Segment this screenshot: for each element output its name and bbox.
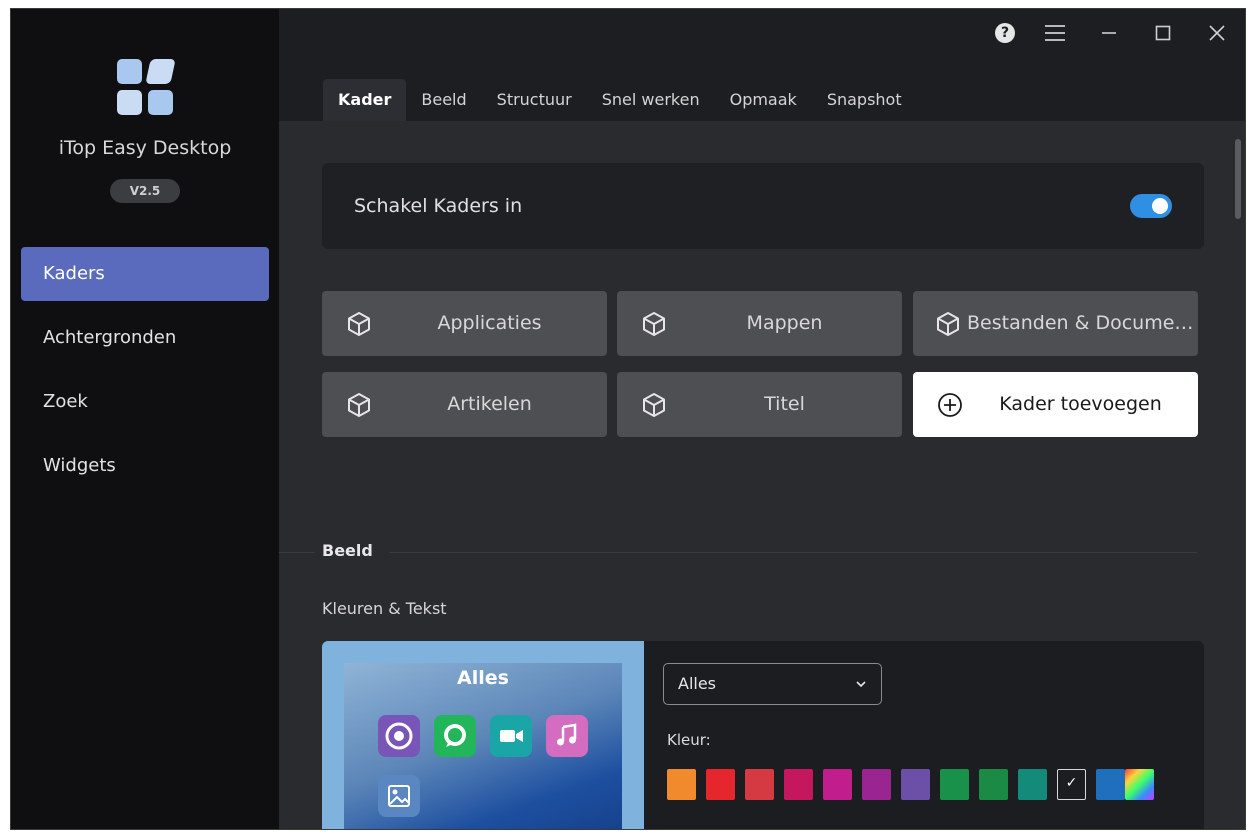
sidebar-item-zoek[interactable]: Zoek bbox=[21, 375, 269, 429]
frame-button-titel[interactable]: Titel bbox=[617, 372, 902, 437]
frame-select-dropdown[interactable]: Alles bbox=[663, 663, 882, 705]
enable-frames-card: Schakel Kaders in bbox=[322, 163, 1204, 249]
enable-frames-label: Schakel Kaders in bbox=[354, 195, 523, 217]
titlebar: ? Kader Beeld Structuur Snel werken Opma… bbox=[279, 9, 1245, 121]
chevron-down-icon bbox=[856, 681, 866, 688]
tab-opmaak[interactable]: Opmaak bbox=[715, 79, 812, 121]
tab-beeld[interactable]: Beeld bbox=[406, 79, 481, 121]
frame-button-applicaties[interactable]: Applicaties bbox=[322, 291, 607, 356]
sidebar-nav: Kaders Achtergronden Zoek Widgets bbox=[21, 247, 269, 503]
add-frame-label: Kader toevoegen bbox=[999, 393, 1162, 415]
section-divider bbox=[279, 552, 315, 553]
cube-icon bbox=[348, 312, 370, 336]
color-swatch[interactable] bbox=[1096, 769, 1125, 800]
frame-label: Applicaties bbox=[437, 312, 542, 334]
cube-icon bbox=[348, 393, 370, 417]
frame-label: Bestanden & Documen... bbox=[967, 312, 1198, 334]
plus-circle-icon bbox=[938, 393, 962, 417]
version-badge: V2.5 bbox=[110, 179, 180, 203]
color-swatch[interactable] bbox=[1057, 769, 1086, 800]
music-icon bbox=[546, 715, 588, 757]
tab-bar: Kader Beeld Structuur Snel werken Opmaak… bbox=[323, 79, 917, 121]
colors-text-subtitle: Kleuren & Tekst bbox=[322, 599, 447, 618]
image-icon bbox=[378, 775, 420, 817]
tab-kader[interactable]: Kader bbox=[323, 79, 407, 121]
sidebar-item-widgets[interactable]: Widgets bbox=[21, 439, 269, 493]
menu-icon[interactable] bbox=[1041, 21, 1069, 45]
color-swatch[interactable] bbox=[667, 769, 696, 800]
add-frame-button[interactable]: Kader toevoegen bbox=[913, 372, 1198, 437]
color-swatch[interactable] bbox=[862, 769, 891, 800]
color-swatch[interactable] bbox=[940, 769, 969, 800]
window-controls: ? bbox=[995, 21, 1231, 45]
frame-select-value: Alles bbox=[678, 674, 717, 693]
color-swatch[interactable] bbox=[1018, 769, 1047, 800]
cube-icon bbox=[937, 312, 959, 336]
app-name: iTop Easy Desktop bbox=[58, 137, 232, 159]
close-icon[interactable] bbox=[1203, 21, 1231, 45]
sidebar: iTop Easy Desktop V2.5 Kaders Achtergron… bbox=[11, 9, 279, 829]
color-swatches bbox=[667, 769, 1154, 800]
app-logo-icon bbox=[117, 59, 176, 115]
tab-structuur[interactable]: Structuur bbox=[482, 79, 587, 121]
preview-title: Alles bbox=[457, 667, 509, 689]
cube-icon bbox=[643, 393, 665, 417]
color-swatch[interactable] bbox=[706, 769, 735, 800]
frame-label: Artikelen bbox=[447, 393, 532, 415]
frame-label: Mappen bbox=[746, 312, 823, 334]
enable-frames-toggle[interactable] bbox=[1130, 194, 1172, 218]
color-swatch[interactable] bbox=[979, 769, 1008, 800]
cube-icon bbox=[643, 312, 665, 336]
color-label: Kleur: bbox=[667, 731, 711, 749]
app-window: iTop Easy Desktop V2.5 Kaders Achtergron… bbox=[10, 8, 1246, 830]
color-swatch[interactable] bbox=[901, 769, 930, 800]
maximize-icon[interactable] bbox=[1149, 21, 1177, 45]
video-icon bbox=[490, 715, 532, 757]
main-content: Schakel Kaders in Applicaties Mappen Bes… bbox=[279, 121, 1245, 829]
tab-snel-werken[interactable]: Snel werken bbox=[587, 79, 715, 121]
sidebar-item-kaders[interactable]: Kaders bbox=[21, 247, 269, 301]
frame-button-artikelen[interactable]: Artikelen bbox=[322, 372, 607, 437]
preview-desktop: Alles bbox=[344, 663, 622, 829]
whatsapp-icon bbox=[434, 715, 476, 757]
color-swatch[interactable] bbox=[784, 769, 813, 800]
custom-color-swatch[interactable] bbox=[1125, 769, 1154, 800]
color-swatch[interactable] bbox=[745, 769, 774, 800]
sidebar-item-achtergronden[interactable]: Achtergronden bbox=[21, 311, 269, 365]
frame-preview: Alles bbox=[322, 641, 644, 829]
section-title-beeld: Beeld bbox=[322, 541, 373, 560]
frame-label: Titel bbox=[764, 393, 805, 415]
section-divider bbox=[389, 552, 1197, 553]
help-icon[interactable]: ? bbox=[995, 23, 1015, 43]
chrome-icon bbox=[378, 715, 420, 757]
frame-button-bestanden[interactable]: Bestanden & Documen... bbox=[913, 291, 1198, 356]
scrollbar-thumb[interactable] bbox=[1235, 139, 1241, 219]
appearance-card: Alles Alles Kleur: ✓ bbox=[322, 641, 1204, 829]
color-swatch[interactable] bbox=[823, 769, 852, 800]
frame-button-mappen[interactable]: Mappen bbox=[617, 291, 902, 356]
minimize-icon[interactable] bbox=[1095, 21, 1123, 45]
tab-snapshot[interactable]: Snapshot bbox=[812, 79, 917, 121]
